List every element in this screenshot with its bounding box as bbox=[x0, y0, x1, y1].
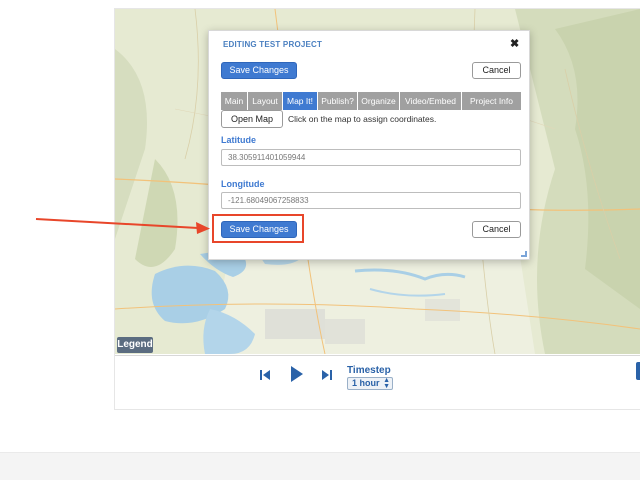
annotation-arrow-icon bbox=[35, 218, 210, 234]
screen: Legend Timestep 1 hour ▲ ▼ EDITING TEST P… bbox=[0, 0, 640, 480]
